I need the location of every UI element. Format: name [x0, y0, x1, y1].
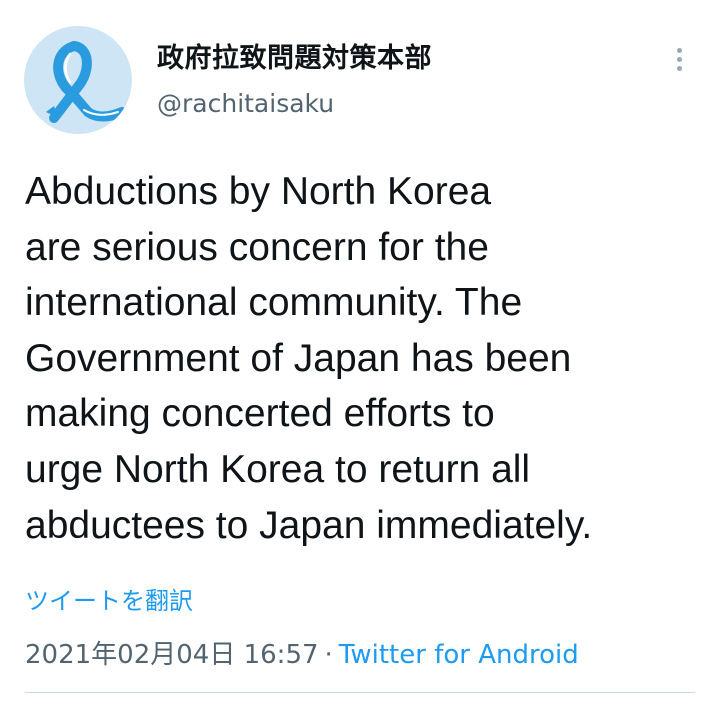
- tweet-text-line: urge North Korea to return all: [25, 447, 531, 491]
- divider: [25, 692, 695, 693]
- more-vertical-icon-dot: [677, 66, 682, 71]
- tweet-text-line: Abductions by North Korea: [25, 170, 492, 213]
- tweet-meta: 2021年02月04日 16:57 · Twitter for Android: [25, 634, 579, 671]
- more-vertical-icon: [677, 48, 682, 53]
- tweet-text: Abductions by North Korea are serious co…: [25, 164, 685, 553]
- tweet-text-line: Government of Japan has been: [25, 336, 572, 380]
- tweet-text-line: making concerted efforts to: [25, 392, 495, 436]
- tweet-text-line: international community. The: [25, 281, 523, 325]
- tweet-text-line: are serious concern for the: [25, 225, 489, 269]
- more-vertical-icon-dot: [677, 57, 682, 62]
- translate-tweet-link[interactable]: ツイートを翻訳: [25, 581, 193, 616]
- avatar[interactable]: [24, 26, 132, 134]
- meta-separator: ·: [324, 640, 333, 670]
- tweet-source-link[interactable]: Twitter for Android: [339, 640, 579, 670]
- tweet-text-line: abductees to Japan immediately.: [25, 503, 593, 547]
- blue-ribbon-icon: [46, 41, 127, 123]
- tweet-timestamp[interactable]: 2021年02月04日 16:57: [25, 640, 319, 670]
- more-options-button[interactable]: [664, 40, 696, 80]
- tweet-card: 政府拉致問題対策本部 @rachitaisaku Abductions by N…: [0, 0, 720, 711]
- author-display-name[interactable]: 政府拉致問題対策本部: [157, 36, 432, 75]
- author-handle[interactable]: @rachitaisaku: [157, 89, 334, 118]
